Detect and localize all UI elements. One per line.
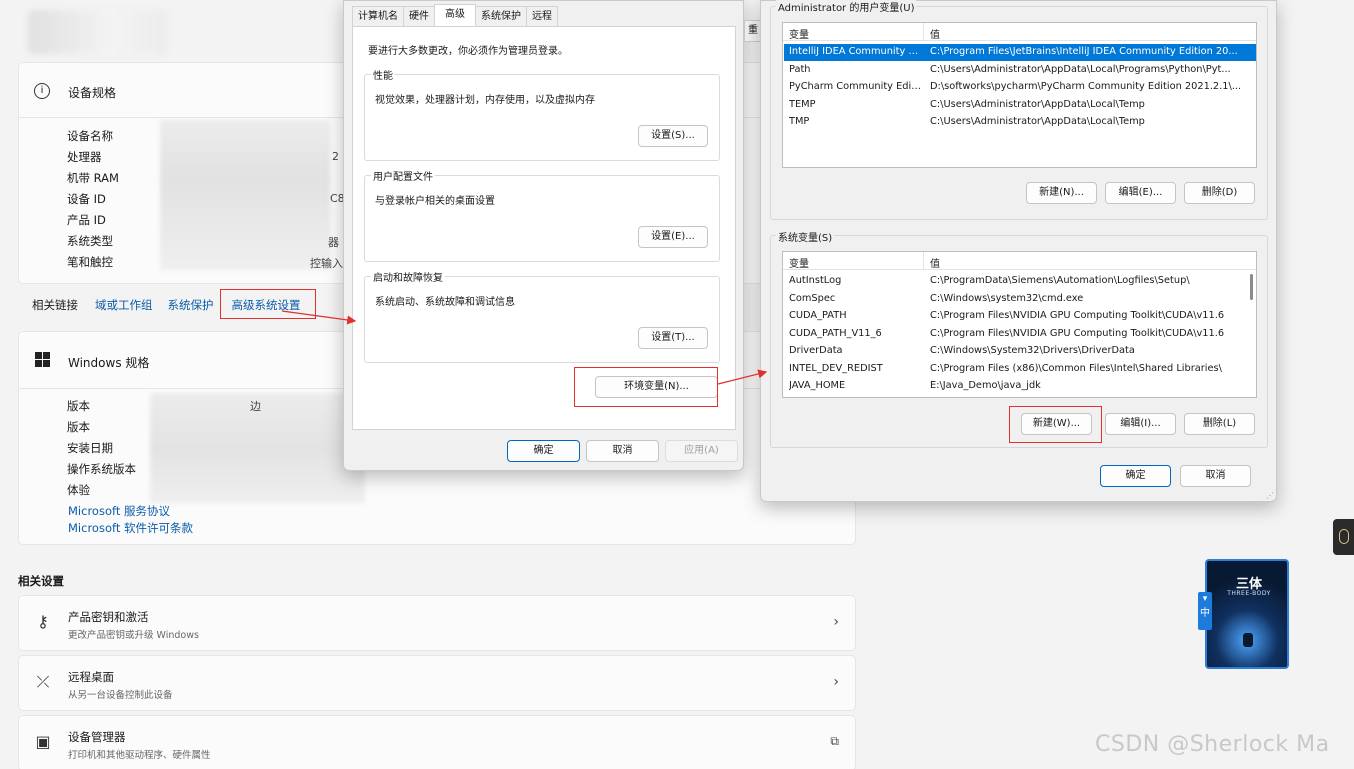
book-subtitle: THREE-BODY [1227,590,1271,597]
tab-advanced[interactable]: 高级 [434,4,476,26]
three-body-widget[interactable]: 三体 THREE-BODY [1205,559,1289,669]
csdn-watermark: CSDN @Sherlock Ma [1095,732,1330,757]
arrow-to-system-properties [281,310,357,325]
shirt-icon: ▾ [1202,594,1208,604]
book-tag-label: 中 [1200,608,1210,619]
mouse-icon [1339,529,1349,544]
annotation-arrows [281,310,768,385]
mouse-widget[interactable] [1333,519,1354,555]
book-tag[interactable]: ▾ 中 [1198,592,1212,630]
figure-silhouette [1243,633,1253,647]
arrow-to-env-dialog [717,369,768,385]
